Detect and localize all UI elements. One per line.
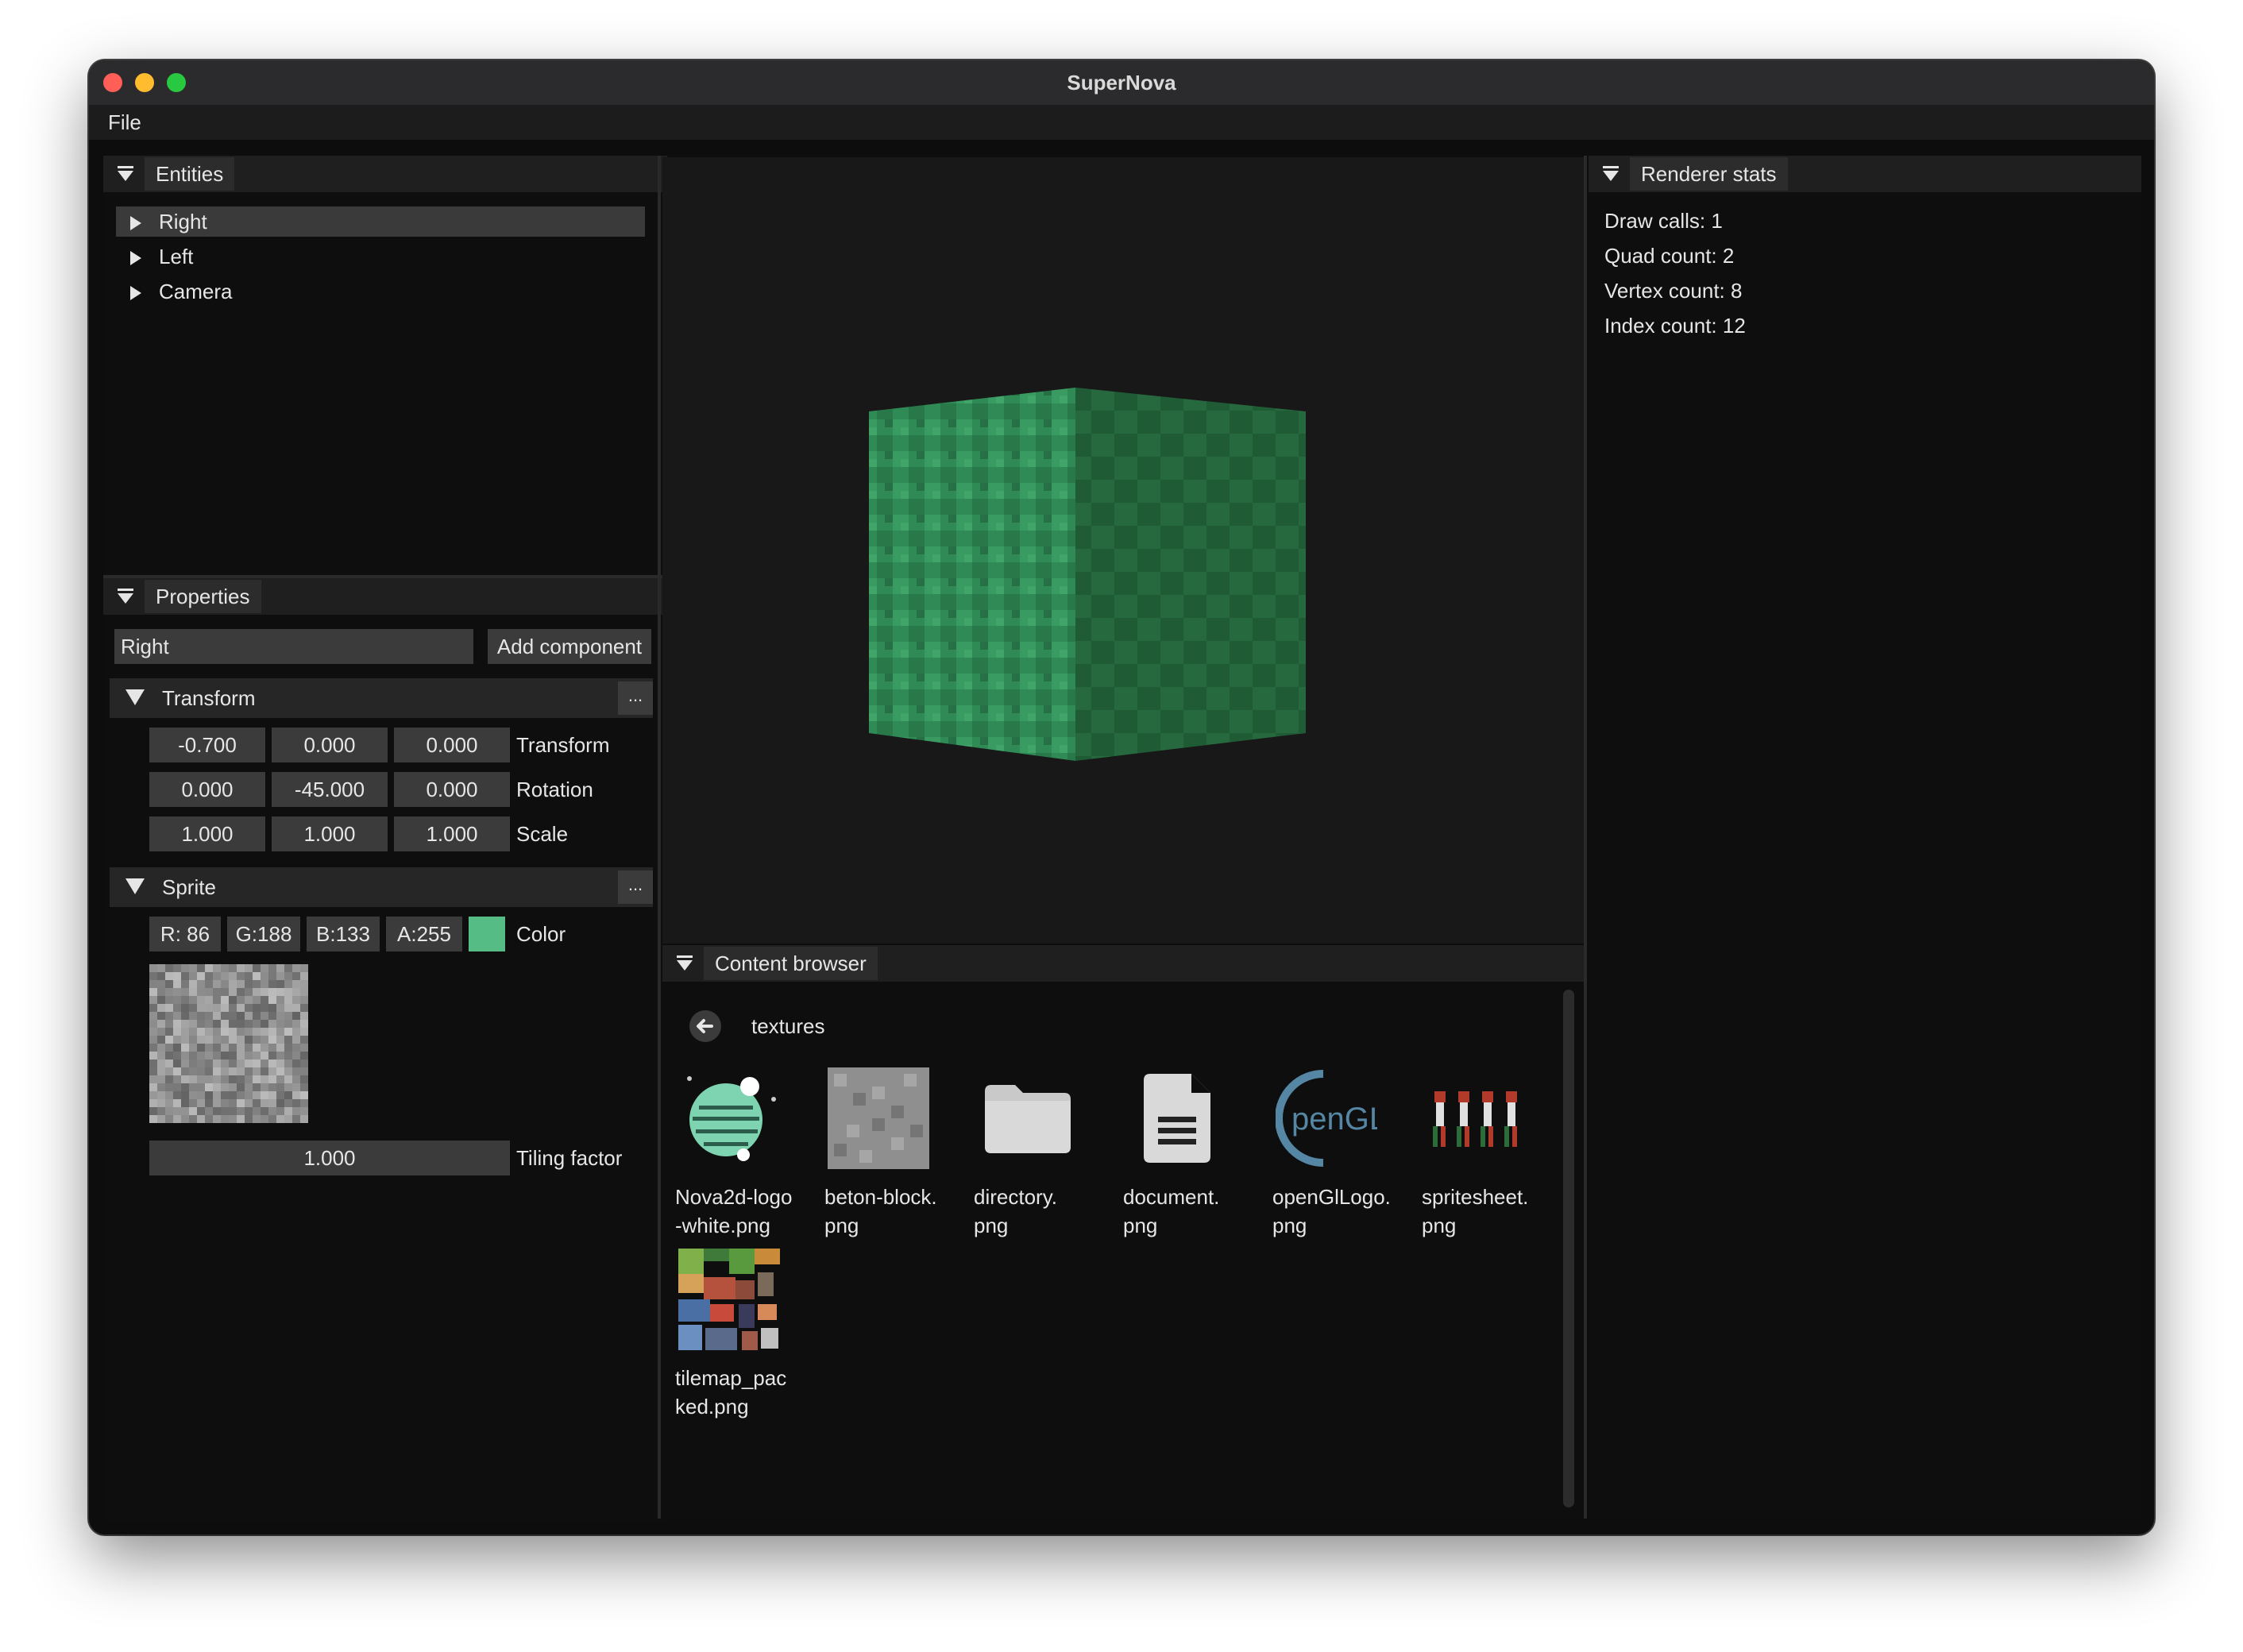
collapse-icon[interactable]: [1601, 164, 1620, 183]
collapse-icon[interactable]: [675, 953, 694, 972]
color-swatch[interactable]: [469, 917, 505, 951]
vertex-count-stat: Vertex count: 8: [1604, 279, 1743, 303]
asset-item[interactable]: tilemap_pac ked.png: [675, 1249, 802, 1421]
asset-name: Nova2d-logo -white.png: [675, 1185, 793, 1237]
scale-z[interactable]: 1.000: [394, 816, 510, 851]
sprite-options-button[interactable]: ...: [618, 870, 653, 904]
rotation-z[interactable]: 0.000: [394, 772, 510, 807]
renderer-stats-panel: Renderer stats Draw calls: 1 Quad count:…: [1589, 156, 2141, 1519]
quad-count-stat: Quad count: 2: [1604, 244, 1735, 268]
scale-x[interactable]: 1.000: [149, 816, 265, 851]
tiling-factor-label: Tiling factor: [516, 1146, 623, 1170]
chevron-down-icon[interactable]: [125, 689, 145, 705]
window-title: SuperNova: [1067, 71, 1176, 95]
content-browser-scrollbar[interactable]: [1563, 990, 1574, 1507]
menu-bar: File: [89, 105, 2154, 140]
asset-name: beton-block. png: [824, 1185, 937, 1237]
renderer-stats-header: Renderer stats: [1589, 156, 2141, 192]
rotation-y[interactable]: -45.000: [272, 772, 388, 807]
rotation-label: Rotation: [516, 778, 593, 801]
expand-arrow-icon[interactable]: [130, 286, 141, 301]
menu-file[interactable]: File: [108, 105, 141, 140]
expand-arrow-icon[interactable]: [130, 216, 141, 231]
folder-icon: [985, 1085, 1071, 1153]
asset-item[interactable]: beton-block. png: [824, 1067, 952, 1240]
asset-item[interactable]: penGL openGlLogo. png: [1272, 1067, 1399, 1240]
vertical-splitter[interactable]: [658, 156, 661, 1519]
collapse-icon[interactable]: [116, 164, 135, 183]
entities-tab[interactable]: Entities: [145, 157, 235, 191]
asset-name: document. png: [1123, 1185, 1220, 1237]
viewport-panel[interactable]: [662, 157, 1584, 944]
entity-label: Right: [159, 210, 207, 234]
transform-section-header[interactable]: Transform ...: [110, 678, 653, 718]
sprite-texture-preview[interactable]: [149, 964, 308, 1123]
properties-tab[interactable]: Properties: [145, 580, 261, 613]
add-component-button[interactable]: Add component: [488, 629, 651, 664]
expand-arrow-icon[interactable]: [130, 251, 141, 266]
entity-item-camera[interactable]: Camera: [116, 276, 645, 307]
asset-item[interactable]: Nova2d-logo -white.png: [675, 1067, 802, 1240]
transform-options-button[interactable]: ...: [618, 681, 653, 715]
chevron-down-icon[interactable]: [125, 878, 145, 894]
sprite-section-header[interactable]: Sprite ...: [110, 867, 653, 907]
scale-label: Scale: [516, 822, 569, 846]
entity-label: Left: [159, 245, 194, 268]
back-arrow-icon[interactable]: [688, 1009, 723, 1044]
entity-name-input[interactable]: Right: [114, 629, 473, 664]
spritesheet-icon: [1433, 1091, 1517, 1147]
planet-logo-icon: [687, 1076, 776, 1161]
asset-item[interactable]: document. png: [1123, 1067, 1250, 1240]
scale-y[interactable]: 1.000: [272, 816, 388, 851]
tilemap-icon: [678, 1249, 780, 1350]
asset-name: tilemap_pac ked.png: [675, 1366, 787, 1418]
opengl-logo-icon: penGL: [1275, 1070, 1387, 1167]
app-window: SuperNova File Entities Right Left Camer…: [89, 60, 2154, 1534]
properties-panel: Properties Right Add component Transform…: [103, 575, 667, 1522]
asset-name: openGlLogo. png: [1272, 1185, 1391, 1237]
content-browser-panel: Content browser textures Nova2d-logo -wh…: [662, 945, 1584, 1519]
color-g-field[interactable]: G:188: [227, 917, 300, 951]
renderer-stats-tab[interactable]: Renderer stats: [1630, 157, 1788, 191]
transform-label: Transform: [516, 733, 610, 757]
asset-item[interactable]: spritesheet. png: [1422, 1067, 1549, 1240]
collapse-icon[interactable]: [116, 586, 135, 605]
content-browser-header: Content browser: [662, 945, 1584, 982]
index-count-stat: Index count: 12: [1604, 314, 1746, 338]
cube-render: [869, 388, 1306, 761]
entity-item-right[interactable]: Right: [116, 206, 645, 237]
content-browser-tab[interactable]: Content browser: [704, 947, 878, 980]
transform-z[interactable]: 0.000: [394, 728, 510, 762]
transform-x[interactable]: -0.700: [149, 728, 265, 762]
asset-name: directory. png: [974, 1185, 1057, 1237]
asset-name: spritesheet. png: [1422, 1185, 1529, 1237]
current-folder-label: textures: [751, 1014, 825, 1038]
entity-label: Camera: [159, 280, 233, 303]
tiling-factor-input[interactable]: 1.000: [149, 1141, 510, 1175]
vertical-splitter-right[interactable]: [1584, 156, 1587, 1519]
color-b-field[interactable]: B:133: [307, 917, 380, 951]
color-a-field[interactable]: A:255: [386, 917, 462, 951]
transform-y[interactable]: 0.000: [272, 728, 388, 762]
color-label: Color: [516, 922, 566, 946]
draw-calls-stat: Draw calls: 1: [1604, 209, 1723, 233]
concrete-texture-icon: [828, 1067, 929, 1169]
asset-item[interactable]: directory. png: [974, 1067, 1101, 1240]
rotation-x[interactable]: 0.000: [149, 772, 265, 807]
document-icon: [1144, 1074, 1210, 1163]
svg-text:penGL: penGL: [1291, 1102, 1377, 1137]
entities-panel-header: Entities: [103, 156, 667, 192]
sprite-section-title: Sprite: [162, 875, 216, 899]
transform-section-title: Transform: [162, 686, 256, 710]
color-r-field[interactable]: R: 86: [149, 917, 221, 951]
entities-panel: Entities Right Left Camera: [103, 156, 667, 632]
properties-panel-header: Properties: [103, 578, 667, 615]
entity-item-left[interactable]: Left: [116, 241, 645, 272]
title-bar: SuperNova: [89, 60, 2154, 106]
